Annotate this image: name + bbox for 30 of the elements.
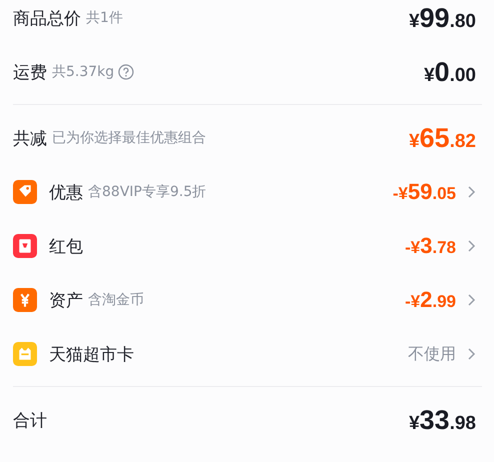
row-label: 资产 <box>49 290 83 312</box>
row-note: 共1件 <box>86 9 123 27</box>
row-label: 天猫超市卡 <box>49 344 134 366</box>
cat-card-icon <box>13 342 37 366</box>
price-amount: -¥2.99 <box>404 287 456 313</box>
price-amount: ¥65.82 <box>408 122 476 154</box>
chevron-right-icon[interactable] <box>466 293 476 307</box>
price-amount: ¥0.00 <box>424 56 476 88</box>
row-note: 含88VIP专享9.5折 <box>88 183 206 201</box>
chevron-right-icon[interactable] <box>466 185 476 199</box>
row-label: 共减 <box>13 128 47 150</box>
price-amount: -¥59.05 <box>392 179 456 205</box>
yen-icon <box>13 288 37 312</box>
row-note: 共5.37kg <box>52 63 114 81</box>
help-icon[interactable] <box>118 64 134 80</box>
price-amount: ¥99.80 <box>408 2 476 34</box>
envelope-icon <box>13 234 37 258</box>
row-label: 优惠 <box>49 182 83 204</box>
price-amount: ¥33.98 <box>408 404 476 436</box>
row-label: 红包 <box>49 236 83 258</box>
row-label: 商品总价 <box>13 8 81 30</box>
row-label: 运费 <box>13 62 47 84</box>
price-amount: -¥3.78 <box>404 233 456 259</box>
row-note: 含淘金币 <box>88 291 144 309</box>
row-note: 已为你选择最佳优惠组合 <box>52 129 206 147</box>
tag-icon <box>13 180 37 204</box>
row-label: 合计 <box>13 410 47 432</box>
option-value: 不使用 <box>408 344 456 364</box>
chevron-right-icon[interactable] <box>466 239 476 253</box>
chevron-right-icon[interactable] <box>466 347 476 361</box>
